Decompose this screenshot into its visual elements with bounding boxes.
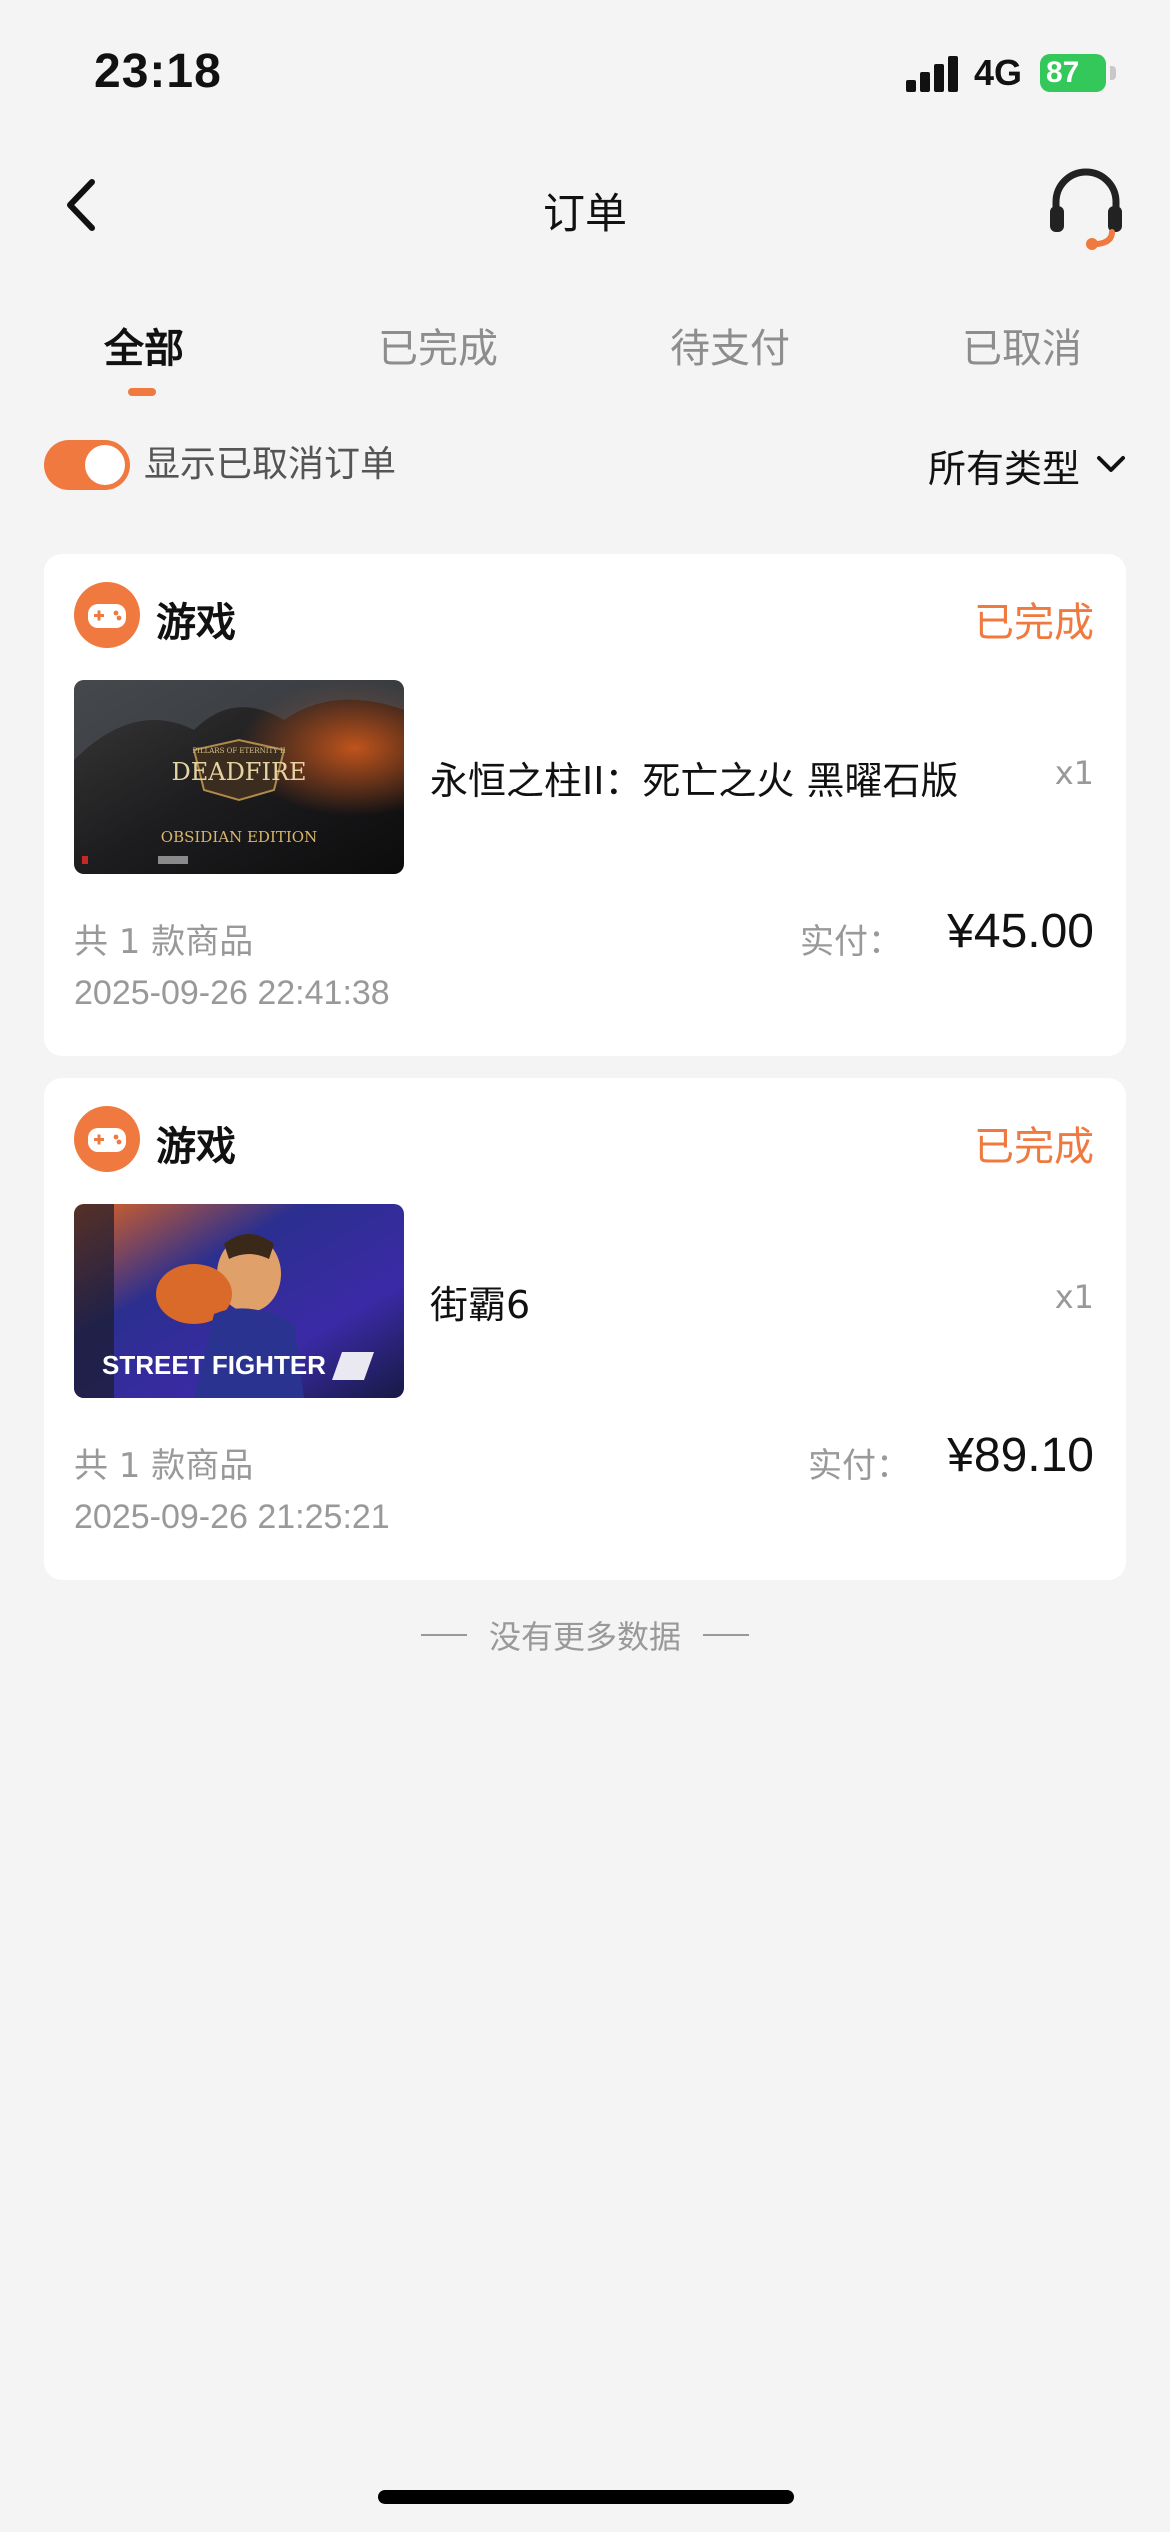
show-cancelled-toggle[interactable] (44, 440, 130, 490)
product-thumbnail: PILLARS OF ETERNITY II DEADFIRE OBSIDIAN… (74, 680, 404, 874)
product-name: 街霸6 (430, 1283, 531, 1327)
paid-label: 实付： (800, 922, 902, 962)
page-title: 订单 (542, 189, 627, 238)
paid-amount: ¥89.10 (947, 1429, 1094, 1482)
gamepad-icon (74, 582, 140, 648)
battery-icon: 87 (1040, 54, 1106, 92)
tab-pending-payment[interactable]: 待支付 (630, 316, 830, 374)
thumb-title-text: STREET FIGHTER (102, 1350, 326, 1380)
home-indicator[interactable] (378, 2490, 794, 2504)
thumb-title-text: DEADFIRE (171, 758, 306, 786)
product-name: 永恒之柱II：死亡之火 黑曜石版 (430, 759, 959, 803)
gamepad-icon (74, 1106, 140, 1172)
order-date: 2025-09-26 21:25:21 (74, 1498, 390, 1536)
paid-amount: ¥45.00 (947, 905, 1094, 958)
show-cancelled-label: 显示已取消订单 (144, 444, 397, 485)
battery-tip (1110, 66, 1116, 80)
tab-all[interactable]: 全部 (44, 316, 244, 374)
divider-line (703, 1634, 749, 1636)
product-quantity: x1 (1054, 754, 1094, 792)
status-bar: 23:18 4G 87 (0, 0, 1170, 140)
product-thumbnail: STREET FIGHTER (74, 1204, 404, 1398)
orders-page: 23:18 4G 87 订单 全部 已完成 待支付 已取消 显示已取消订单 所有… (0, 0, 1170, 2532)
order-date: 2025-09-26 22:41:38 (74, 974, 390, 1012)
thumb-top-text: PILLARS OF ETERNITY II (192, 747, 285, 755)
item-count: 共 1 款商品 (74, 922, 254, 962)
category-label: 游戏 (156, 1124, 236, 1170)
order-status: 已完成 (974, 1124, 1094, 1170)
chevron-down-icon (1097, 456, 1125, 472)
headset-icon (1050, 168, 1122, 250)
order-card[interactable]: 游戏 已完成 PILLARS OF ETERNITY II DEADFIRE O… (44, 554, 1126, 1056)
thumb-sub-text: OBSIDIAN EDITION (161, 828, 317, 846)
product-quantity: x1 (1054, 1278, 1094, 1316)
active-tab-indicator (128, 388, 156, 396)
item-count: 共 1 款商品 (74, 1446, 254, 1486)
category-label: 游戏 (156, 600, 236, 646)
tab-completed[interactable]: 已完成 (338, 316, 538, 374)
customer-service-button[interactable] (1046, 166, 1126, 250)
tab-cancelled[interactable]: 已取消 (922, 316, 1122, 374)
signal-icon (906, 56, 960, 92)
divider-line (420, 1634, 467, 1636)
order-tabs: 全部 已完成 待支付 已取消 (0, 316, 1170, 396)
no-more-label: 没有更多数据 (488, 1618, 681, 1656)
paid-label: 实付： (808, 1446, 910, 1486)
order-card[interactable]: 游戏 已完成 STREET FIGHTER 街霸6 x1 共 1 款商品 实付：… (44, 1078, 1126, 1580)
order-status: 已完成 (974, 600, 1094, 646)
type-filter-dropdown[interactable]: 所有类型 (928, 438, 1126, 492)
network-type: 4G (974, 52, 1023, 93)
type-filter-label: 所有类型 (927, 446, 1080, 491)
status-time: 23:18 (94, 45, 222, 98)
no-more-data: 没有更多数据 (0, 1612, 1170, 1658)
toggle-knob (85, 445, 125, 485)
